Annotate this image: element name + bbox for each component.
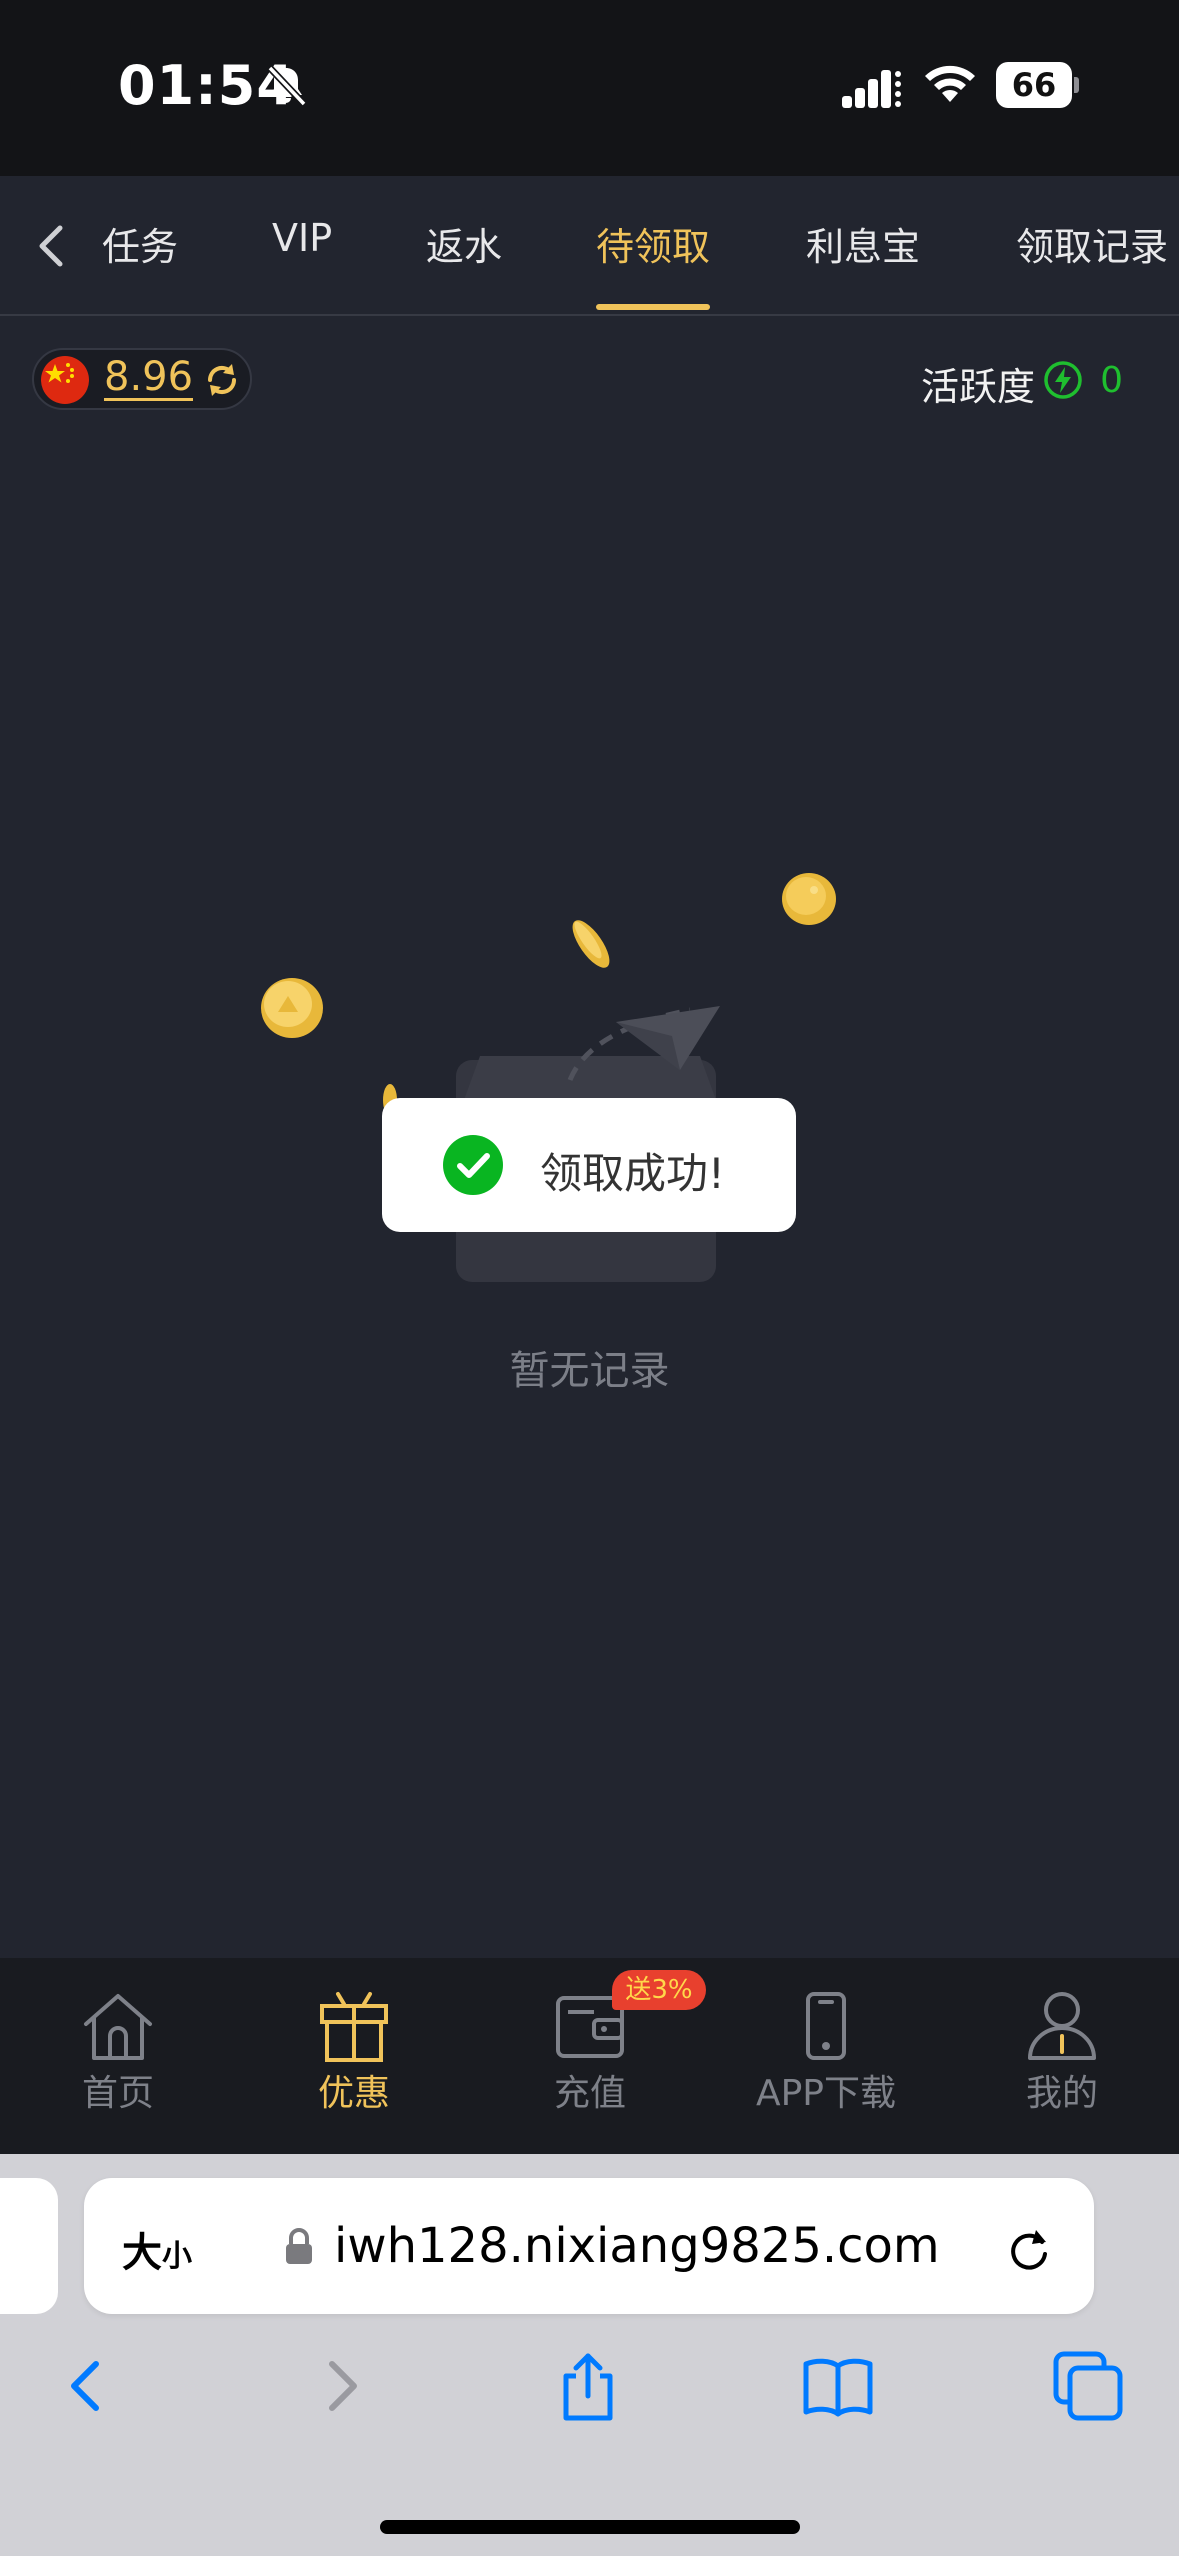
bookmarks-icon[interactable] xyxy=(802,2350,874,2422)
wifi-icon xyxy=(925,65,975,102)
tab-rebate[interactable]: 返水 xyxy=(426,216,502,271)
bottom-navigation: 首页 优惠 充值 APP下载 我的 xyxy=(0,1958,1179,2154)
app-page: 01:54 66 任务 VIP 返水 待领取 利息宝 领取记录 8.96 活跃度… xyxy=(0,0,1179,2556)
tab-pending-claim[interactable]: 待领取 xyxy=(596,216,710,271)
nav-home-label: 首页 xyxy=(81,2073,154,2114)
nav-deposit-label: 充值 xyxy=(553,2073,626,2114)
china-flag-icon xyxy=(41,356,89,404)
tab-vip[interactable]: VIP xyxy=(272,216,332,260)
forward-icon[interactable] xyxy=(304,2350,376,2422)
user-icon xyxy=(1028,1992,1096,2060)
nav-profile-label: 我的 xyxy=(1025,2073,1098,2114)
check-circle-icon xyxy=(443,1135,503,1195)
nav-app-download[interactable]: APP下载 xyxy=(708,1958,944,2154)
tabs-icon[interactable] xyxy=(1052,2350,1124,2422)
nav-app-download-label: APP下载 xyxy=(755,2073,897,2114)
battery-level: 66 xyxy=(1011,66,1057,104)
previous-tab-card[interactable] xyxy=(0,2178,58,2314)
browser-toolbar: 大小 iwh128.nixiang9825.com xyxy=(0,2154,1179,2556)
deposit-bonus-badge: 送3% xyxy=(612,1970,706,2010)
activity-value: 0 xyxy=(1100,360,1123,401)
success-toast: 领取成功! xyxy=(382,1098,796,1232)
nav-profile[interactable]: 我的 xyxy=(944,1958,1179,2154)
back-icon[interactable] xyxy=(52,2350,124,2422)
share-icon[interactable] xyxy=(552,2350,624,2422)
home-icon xyxy=(84,1994,152,2060)
tab-task[interactable]: 任务 xyxy=(96,216,178,271)
activity-label: 活跃度 xyxy=(920,365,1035,409)
category-tabs: 任务 VIP 返水 待领取 利息宝 领取记录 xyxy=(0,176,1179,316)
empty-state-text: 暂无记录 xyxy=(509,1348,670,1394)
tab-claim-history[interactable]: 领取记录 xyxy=(1016,216,1168,271)
gift-icon xyxy=(320,1992,388,2062)
signal-icon xyxy=(842,70,901,108)
nav-promotions[interactable]: 优惠 xyxy=(236,1958,472,2154)
lock-icon xyxy=(286,2228,312,2264)
refresh-icon[interactable] xyxy=(202,360,242,400)
battery-icon: 66 xyxy=(996,62,1080,108)
status-bar: 01:54 66 xyxy=(0,0,1179,176)
chevron-left-icon[interactable] xyxy=(26,218,76,274)
balance-display[interactable]: 8.96 xyxy=(32,348,252,410)
nav-home[interactable]: 首页 xyxy=(0,1958,236,2154)
empty-box-icon xyxy=(261,873,836,1282)
activity-level: 活跃度 0 xyxy=(887,354,1147,409)
nav-promotions-label: 优惠 xyxy=(317,2073,390,2114)
balance-amount: 8.96 xyxy=(104,354,194,401)
text-size-big: 大 xyxy=(122,2230,162,2276)
address-bar[interactable]: 大小 iwh128.nixiang9825.com xyxy=(84,2178,1094,2314)
active-tab-indicator xyxy=(596,304,710,310)
bell-slash-icon xyxy=(267,65,307,107)
tab-interest[interactable]: 利息宝 xyxy=(806,216,920,271)
text-size-small: 小 xyxy=(162,2239,192,2274)
lightning-icon xyxy=(1044,361,1082,399)
toast-message: 领取成功! xyxy=(540,1149,725,1198)
text-size-button[interactable]: 大小 xyxy=(122,2220,192,2278)
home-indicator xyxy=(380,2520,800,2534)
url-text[interactable]: iwh128.nixiang9825.com xyxy=(334,2218,940,2274)
phone-icon xyxy=(806,1992,846,2060)
reload-icon[interactable] xyxy=(1002,2222,1054,2274)
